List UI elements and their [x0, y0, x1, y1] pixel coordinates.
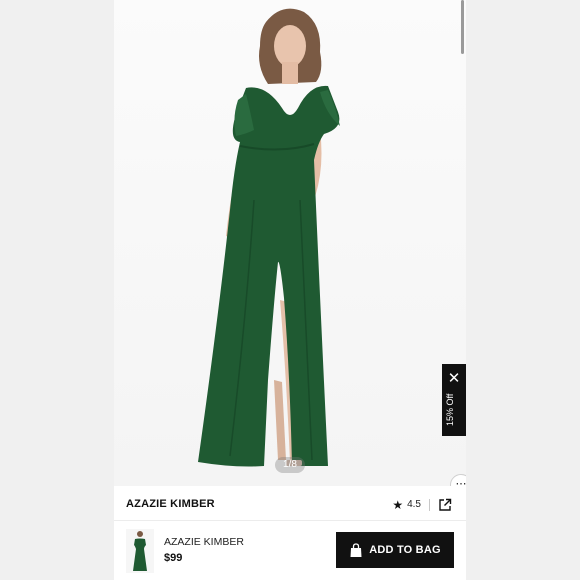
promo-tab[interactable]: ✕ 15% Off [442, 364, 466, 436]
product-photo[interactable]: 1/8 ✕ 15% Off ⋯ [114, 0, 466, 486]
bar-product-name: AZAZIE KIMBER [164, 536, 244, 548]
image-counter: 1/8 [275, 457, 305, 473]
dress-thumbnail-icon [133, 531, 147, 571]
divider [429, 499, 430, 511]
add-to-bag-button[interactable]: ADD TO BAG [336, 532, 454, 568]
close-icon[interactable]: ✕ [442, 371, 466, 386]
add-to-bag-label: ADD TO BAG [369, 544, 441, 556]
product-info-bar: AZAZIE KIMBER ★ 4.5 [114, 486, 466, 520]
product-thumbnail[interactable] [126, 529, 154, 573]
promo-label[interactable]: 15% Off [445, 394, 455, 426]
bottom-purchase-bar: AZAZIE KIMBER $99 ADD TO BAG [114, 520, 466, 580]
share-icon[interactable] [438, 498, 452, 512]
bar-product-price: $99 [164, 552, 183, 564]
model-wearing-dress-illustration [198, 8, 340, 467]
scroll-indicator[interactable] [461, 0, 464, 54]
left-backdrop [0, 0, 114, 580]
rating-value: 4.5 [407, 499, 421, 510]
product-title: AZAZIE KIMBER [126, 498, 215, 510]
star-icon: ★ [392, 498, 404, 512]
right-backdrop [466, 0, 580, 580]
bag-icon [350, 542, 362, 557]
rating-group[interactable]: ★ 4.5 [392, 497, 452, 513]
screenshot-frame: 1/8 ✕ 15% Off ⋯ AZAZIE KIMBER ★ 4.5 AZAZ… [0, 0, 580, 580]
phone-screen: 1/8 ✕ 15% Off ⋯ AZAZIE KIMBER ★ 4.5 AZAZ… [114, 0, 466, 580]
